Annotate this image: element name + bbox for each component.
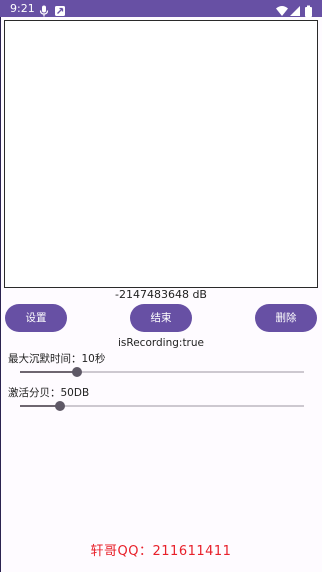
silence-time-slider[interactable]	[20, 366, 304, 378]
wifi-icon	[276, 6, 288, 16]
delete-button[interactable]: 删除	[255, 304, 317, 332]
db-readout: -2147483648 dB	[115, 288, 207, 301]
activation-db-slider[interactable]	[20, 400, 304, 412]
activation-db-label: 激活分贝：50DB	[8, 387, 90, 399]
status-time: 9:21	[10, 2, 35, 15]
signal-icon	[290, 6, 300, 16]
microphone-icon	[38, 2, 50, 17]
slider-active-track	[20, 405, 60, 407]
status-right-icons	[276, 2, 314, 17]
silence-time-label: 最大沉默时间：10秒	[8, 353, 106, 365]
footer-contact: 轩哥QQ：211611411	[90, 544, 232, 559]
waveform-canvas	[4, 20, 318, 288]
recording-status: isRecording:true	[118, 337, 204, 349]
settings-button[interactable]: 设置	[5, 304, 67, 332]
slider-active-track	[20, 371, 77, 373]
battery-icon	[305, 5, 312, 17]
stop-button[interactable]: 结束	[130, 304, 192, 332]
status-bar: 9:21	[0, 0, 322, 17]
slider-thumb[interactable]	[71, 367, 82, 377]
slider-thumb[interactable]	[54, 401, 65, 411]
notification-icon	[54, 2, 66, 16]
